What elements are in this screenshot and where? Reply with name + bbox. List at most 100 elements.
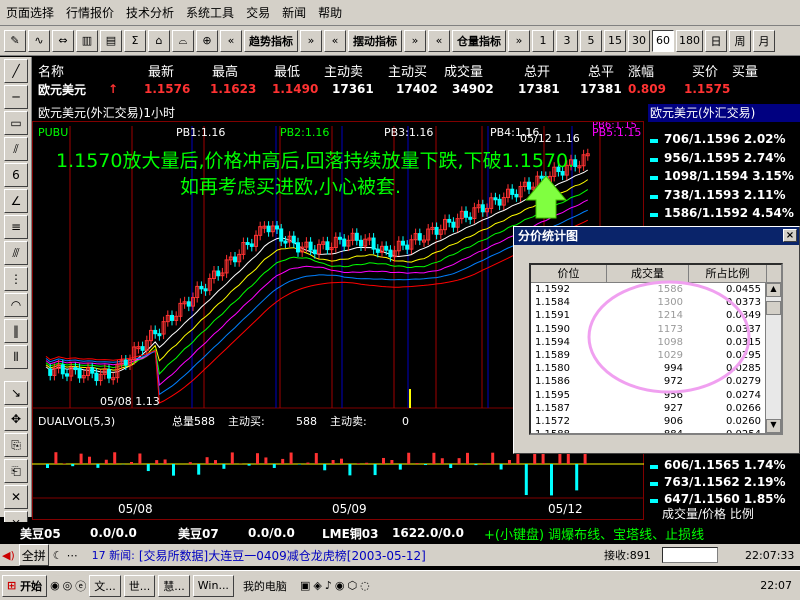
period-60[interactable]: 60 bbox=[652, 29, 674, 52]
double-right-icon-3[interactable]: » bbox=[508, 29, 530, 52]
sum-icon[interactable]: Σ bbox=[124, 29, 146, 52]
candle-body bbox=[94, 372, 99, 382]
task-3[interactable]: 慧... bbox=[158, 574, 190, 597]
start-button[interactable]: ⊞ 开始 bbox=[2, 574, 48, 597]
menu-quotes[interactable]: 行情报价 bbox=[66, 4, 114, 21]
period-week[interactable]: 周 bbox=[729, 29, 751, 52]
table-row[interactable]: 1.1572 906 0.0260 bbox=[531, 415, 781, 428]
candle-body bbox=[107, 369, 111, 379]
volume-bar bbox=[474, 464, 478, 466]
menu-trade[interactable]: 交易 bbox=[246, 4, 270, 21]
scroll-thumb[interactable] bbox=[766, 301, 781, 315]
delete-tool-icon[interactable]: ✕ bbox=[4, 485, 28, 509]
select-tool-icon[interactable]: ↘ bbox=[4, 381, 28, 405]
swing-indicator-button[interactable]: 摆动指标 bbox=[348, 29, 402, 52]
tray-icon-6[interactable]: ◌ bbox=[360, 579, 370, 592]
gann-tool-icon[interactable]: ⋮ bbox=[4, 267, 28, 291]
fib-tool-icon[interactable]: 6 bbox=[4, 163, 28, 187]
tray-icon-1[interactable]: ▣ bbox=[300, 579, 310, 592]
period-5[interactable]: 5 bbox=[580, 29, 602, 52]
candle-body bbox=[153, 329, 158, 335]
media-icon[interactable]: ◎ bbox=[63, 579, 73, 592]
double-left-icon-3[interactable]: « bbox=[428, 29, 450, 52]
side-row-bar bbox=[650, 176, 658, 180]
task-2[interactable]: 世... bbox=[123, 574, 156, 597]
paste-tool-icon[interactable]: ⎗ bbox=[4, 459, 28, 483]
price-distribution-dialog[interactable]: 分价统计图 × 价位 成交量 所占比例 1.1592 1586 0.0455 1.15… bbox=[513, 226, 800, 454]
close-icon[interactable]: × bbox=[783, 229, 797, 242]
hline-tool-icon[interactable]: ─ bbox=[4, 85, 28, 109]
task-4[interactable]: Win... bbox=[192, 574, 234, 597]
arrows-icon[interactable]: ⇔ bbox=[52, 29, 74, 52]
speaker-icon[interactable]: ◀) bbox=[2, 549, 15, 562]
magnify-icon[interactable]: ⊕ bbox=[196, 29, 218, 52]
move-tool-icon[interactable]: ✥ bbox=[4, 407, 28, 431]
period-1[interactable]: 1 bbox=[532, 29, 554, 52]
qq-icon[interactable]: ◉ bbox=[50, 579, 60, 592]
bars-down-icon[interactable]: ▤ bbox=[100, 29, 122, 52]
menu-help[interactable]: 帮助 bbox=[318, 4, 342, 21]
scroll-down-icon[interactable]: ▼ bbox=[766, 419, 781, 433]
quote-row[interactable]: 欧元美元 ↑ 1.1576 1.1623 1.1490 17361 17402 … bbox=[32, 80, 800, 98]
volume-bar bbox=[88, 456, 91, 464]
ticker-name-2[interactable]: 美豆07 bbox=[178, 525, 219, 542]
candle-body bbox=[359, 239, 363, 247]
rect-tool-icon[interactable]: ▭ bbox=[4, 111, 28, 135]
menu-page-select[interactable]: 页面选择 bbox=[6, 4, 54, 21]
double-right-icon[interactable]: » bbox=[300, 29, 322, 52]
menu-technical[interactable]: 技术分析 bbox=[126, 4, 174, 21]
period-day[interactable]: 日 bbox=[705, 29, 727, 52]
quote-active-buy: 17402 bbox=[396, 82, 438, 96]
dialog-titlebar[interactable]: 分价统计图 × bbox=[514, 227, 799, 245]
position-indicator-button[interactable]: 仓量指标 bbox=[452, 29, 506, 52]
period-15[interactable]: 15 bbox=[604, 29, 626, 52]
menu-bar: 页面选择 行情报价 技术分析 系统工具 交易 新闻 帮助 bbox=[0, 0, 800, 26]
ticker-name-3[interactable]: LME铜03 bbox=[322, 525, 379, 542]
table-row[interactable]: 1.1588 884 0.0254 bbox=[531, 428, 781, 433]
tray-icon-3[interactable]: ♪ bbox=[325, 579, 332, 592]
pinyin-button[interactable]: 全拼 bbox=[18, 544, 49, 566]
cycle-tool-icon[interactable]: ⦀ bbox=[4, 345, 28, 369]
task-1[interactable]: 文... bbox=[89, 574, 121, 597]
arc-tool-icon[interactable]: ◠ bbox=[4, 293, 28, 317]
parallel-tool-icon[interactable]: ⫻ bbox=[4, 241, 28, 265]
quote-total-open: 17381 bbox=[518, 82, 560, 96]
angle-tool-icon[interactable]: ∠ bbox=[4, 189, 28, 213]
double-left-icon[interactable]: « bbox=[220, 29, 242, 52]
my-computer-label[interactable]: 我的电脑 bbox=[243, 578, 287, 594]
period-180[interactable]: 180 bbox=[676, 29, 703, 52]
period-month[interactable]: 月 bbox=[753, 29, 775, 52]
tray-icon-2[interactable]: ◈ bbox=[313, 579, 321, 592]
table-row[interactable]: 1.1587 927 0.0266 bbox=[531, 402, 781, 415]
dots-icon[interactable]: ⋯ bbox=[67, 549, 78, 562]
volume-bar bbox=[482, 463, 486, 464]
bars-icon[interactable]: ▥ bbox=[76, 29, 98, 52]
trend-indicator-button[interactable]: 趋势指标 bbox=[244, 29, 298, 52]
menu-tools[interactable]: 系统工具 bbox=[186, 4, 234, 21]
table-scrollbar[interactable]: ▲ ▼ bbox=[765, 283, 781, 433]
double-right-icon-2[interactable]: » bbox=[404, 29, 426, 52]
volume-label-3: 主动买: bbox=[228, 415, 265, 428]
wave-icon[interactable]: ∿ bbox=[28, 29, 50, 52]
pen-icon[interactable]: ✎ bbox=[4, 29, 26, 52]
scroll-up-icon[interactable]: ▲ bbox=[766, 283, 781, 297]
tray-icon-5[interactable]: ⬡ bbox=[347, 579, 357, 592]
moon-icon[interactable]: ☾ bbox=[53, 549, 63, 562]
volume-bar bbox=[382, 457, 385, 464]
ticker-name-1[interactable]: 美豆05 bbox=[20, 525, 61, 542]
news-headline[interactable]: [交易所数据]大连豆一0409减仓龙虎榜[2003-05-12] bbox=[139, 547, 426, 564]
channel-tool-icon[interactable]: ⫽ bbox=[4, 137, 28, 161]
lines-tool-icon[interactable]: ≡ bbox=[4, 215, 28, 239]
menu-news[interactable]: 新闻 bbox=[282, 4, 306, 21]
ie-icon[interactable]: ⓔ bbox=[75, 578, 86, 594]
period-30[interactable]: 30 bbox=[628, 29, 650, 52]
line-tool-icon[interactable]: ╱ bbox=[4, 59, 28, 83]
vlines-tool-icon[interactable]: ‖ bbox=[4, 319, 28, 343]
copy-tool-icon[interactable]: ⎘ bbox=[4, 433, 28, 457]
hat-down-icon[interactable]: ⌓ bbox=[172, 29, 194, 52]
hat-icon[interactable]: ⌂ bbox=[148, 29, 170, 52]
double-left-icon-2[interactable]: « bbox=[324, 29, 346, 52]
drawing-toolbar: ╱ ─ ▭ ⫽ 6 ∠ ≡ ⫻ ⋮ ◠ ‖ ⦀ ↘ ✥ ⎘ ⎗ ✕ ⨯ bbox=[0, 57, 32, 535]
tray-icon-4[interactable]: ◉ bbox=[335, 579, 345, 592]
period-3[interactable]: 3 bbox=[556, 29, 578, 52]
